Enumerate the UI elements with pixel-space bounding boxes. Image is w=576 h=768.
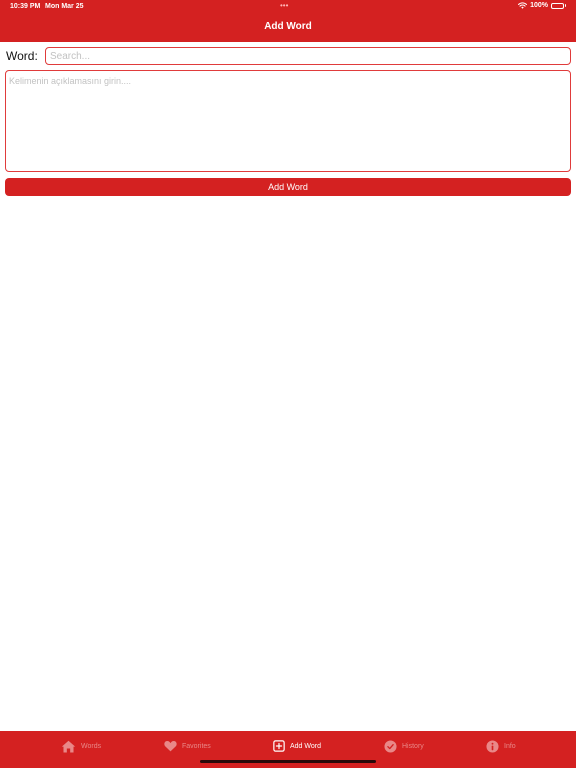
tab-history[interactable]: History: [384, 738, 424, 754]
description-input[interactable]: [5, 70, 571, 172]
status-time: 10:39 PM: [10, 3, 41, 10]
word-input[interactable]: [45, 47, 571, 65]
tab-label: History: [402, 742, 424, 750]
plus-square-icon: [273, 740, 285, 752]
app-header: 10:39 PM Mon Mar 25 ••• 100% Add Word: [0, 0, 576, 42]
battery-icon: [551, 2, 566, 9]
status-date: Mon Mar 25: [45, 3, 84, 10]
tab-words[interactable]: Words: [61, 738, 101, 754]
tab-info[interactable]: Info: [486, 738, 516, 754]
info-circle-icon: [486, 739, 499, 753]
wifi-icon: [518, 2, 528, 9]
status-bar: 10:39 PM Mon Mar 25 ••• 100%: [0, 0, 576, 14]
tab-label: Favorites: [182, 742, 211, 750]
heart-icon: [164, 740, 177, 752]
tab-label: Add Word: [290, 742, 321, 750]
tab-add-word[interactable]: Add Word: [273, 738, 321, 754]
battery-percent: 100%: [530, 2, 548, 9]
status-right: 100%: [518, 2, 566, 9]
multitasking-dots[interactable]: •••: [280, 1, 288, 10]
page-title: Add Word: [264, 21, 312, 32]
house-icon: [61, 740, 76, 753]
tab-label: Words: [81, 742, 102, 750]
clock-check-icon: [384, 739, 397, 753]
word-label: Word:: [6, 49, 38, 63]
tab-favorites[interactable]: Favorites: [164, 738, 211, 754]
add-word-button[interactable]: Add Word: [5, 178, 571, 196]
home-indicator[interactable]: [200, 760, 376, 763]
tab-label: Info: [504, 742, 516, 750]
